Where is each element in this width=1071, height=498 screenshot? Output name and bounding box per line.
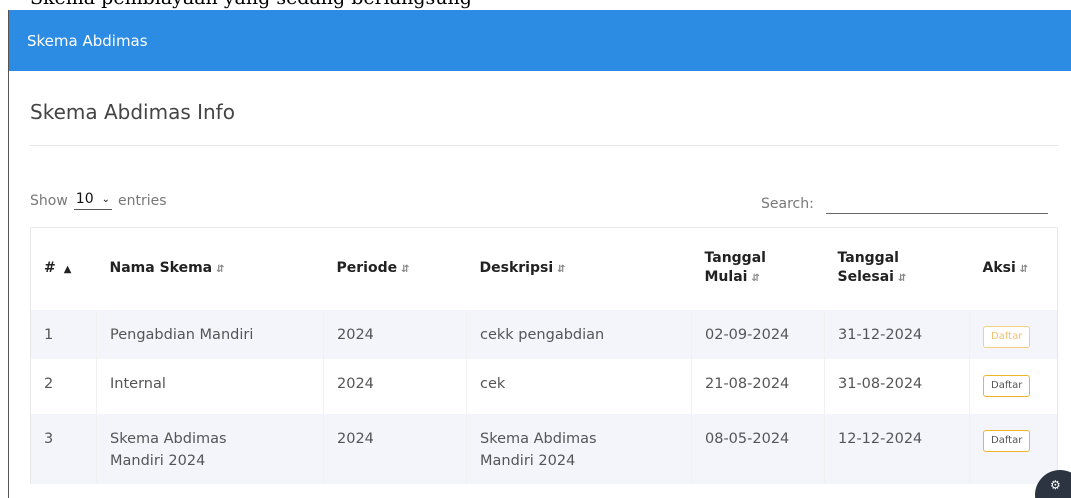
- table-row: 1 Pengabdian Mandiri 2024 cekk pengabdia…: [30, 309, 1058, 359]
- page-top-text: Skema pembiayaan yang sedang berlangsung: [30, 0, 472, 9]
- col-header-nama-skema[interactable]: Nama Skema ⇵: [97, 228, 324, 310]
- sort-asc-icon: ▲: [63, 263, 72, 275]
- cell-aksi: Daftar: [970, 310, 1058, 359]
- cell-tanggal-mulai: 02-09-2024: [691, 309, 825, 359]
- length-suffix: entries: [118, 192, 167, 209]
- table-row: 2 Internal 2024 cek 21-08-2024 31-08-202…: [30, 358, 1058, 414]
- col-header-label: Periode: [336, 259, 398, 276]
- col-header-label: #: [44, 259, 56, 276]
- chevron-down-icon: ⌄: [101, 193, 110, 205]
- cell-text: Mandiri 2024: [480, 452, 576, 469]
- col-header-tanggal-selesai[interactable]: Tanggal Selesai ⇵: [825, 228, 970, 310]
- cell-periode: 2024: [323, 413, 467, 484]
- search-input[interactable]: [825, 194, 1048, 214]
- sort-both-icon: ⇵: [751, 273, 760, 285]
- cell-text: Pengabdian Mandiri: [110, 326, 254, 343]
- cell-tanggal-mulai: 08-05-2024: [691, 413, 825, 484]
- length-prefix: Show: [30, 192, 68, 209]
- cell-no: 1: [30, 309, 97, 359]
- cell-deskripsi: cek: [466, 358, 692, 414]
- col-header-label: Selesai: [837, 269, 894, 286]
- col-header-label: Mulai: [704, 269, 748, 286]
- sort-both-icon: ⇵: [401, 263, 410, 275]
- cell-text: cek: [480, 375, 506, 392]
- col-header-no[interactable]: # ▲: [31, 228, 97, 310]
- divider: [30, 145, 1058, 146]
- col-header-label: Tanggal: [704, 250, 766, 267]
- col-header-label: Nama Skema: [109, 259, 213, 276]
- sort-both-icon: ⇵: [1019, 263, 1029, 275]
- length-value: 10: [75, 191, 94, 207]
- col-header-periode[interactable]: Periode ⇵: [324, 228, 467, 310]
- cell-tanggal-mulai: 21-08-2024: [691, 358, 825, 414]
- section-title: Skema Abdimas Info: [30, 100, 235, 124]
- daftar-button[interactable]: Daftar: [983, 429, 1031, 452]
- search-label: Search:: [761, 196, 814, 212]
- page-top-strip: Skema pembiayaan yang sedang berlangsung: [0, 0, 1071, 9]
- cell-text: Skema Abdimas: [110, 430, 227, 447]
- gear-icon: ⚙: [1050, 478, 1061, 492]
- sort-both-icon: ⇵: [897, 273, 907, 285]
- cell-tanggal-selesai: 31-08-2024: [824, 358, 970, 414]
- daftar-button[interactable]: Daftar: [983, 374, 1031, 397]
- cell-text: Internal: [110, 375, 166, 392]
- cell-periode: 2024: [323, 358, 467, 414]
- cell-text: cekk pengabdian: [480, 326, 605, 343]
- cell-no: 2: [30, 358, 97, 414]
- skema-card: Skema Abdimas Skema Abdimas Info Show 10…: [8, 10, 1071, 498]
- cell-tanggal-selesai: 12-12-2024: [824, 413, 970, 484]
- skema-table: # ▲ Nama Skema ⇵ Periode ⇵ Deskripsi ⇵ Tangg…: [30, 227, 1058, 484]
- cell-deskripsi: Skema Abdimas Mandiri 2024: [466, 413, 692, 484]
- cell-nama-skema: Internal: [96, 358, 324, 414]
- cell-aksi: Daftar: [970, 359, 1058, 414]
- cell-aksi: Daftar: [970, 414, 1058, 484]
- cell-text: Mandiri 2024: [110, 452, 206, 469]
- card-header: Skema Abdimas: [9, 10, 1071, 71]
- col-header-label: Aksi: [982, 259, 1016, 276]
- cell-nama-skema: Skema Abdimas Mandiri 2024: [96, 413, 324, 484]
- col-header-tanggal-mulai[interactable]: Tanggal Mulai ⇵: [692, 228, 825, 310]
- cell-no: 3: [30, 413, 97, 484]
- cell-text: Skema Abdimas: [480, 430, 597, 447]
- sort-both-icon: ⇵: [557, 263, 566, 275]
- cell-deskripsi: cekk pengabdian: [466, 309, 692, 359]
- table-row: 3 Skema Abdimas Mandiri 2024 2024 Skema A…: [30, 413, 1058, 484]
- col-header-deskripsi[interactable]: Deskripsi ⇵: [467, 228, 692, 310]
- search-control: Search:: [761, 194, 1048, 214]
- cell-nama-skema: Pengabdian Mandiri: [96, 309, 324, 359]
- cell-tanggal-selesai: 31-12-2024: [824, 309, 970, 359]
- entries-length-control: Show 10 ⌄ entries: [30, 191, 167, 210]
- daftar-button-disabled: Daftar: [983, 325, 1031, 348]
- col-header-label: Deskripsi: [479, 259, 554, 276]
- table-header-row: # ▲ Nama Skema ⇵ Periode ⇵ Deskripsi ⇵ Tangg…: [30, 227, 1058, 310]
- cell-periode: 2024: [323, 309, 467, 359]
- entries-length-select[interactable]: 10 ⌄: [73, 191, 112, 210]
- card-header-title: Skema Abdimas: [27, 31, 148, 50]
- sort-both-icon: ⇵: [216, 263, 225, 275]
- col-header-aksi[interactable]: Aksi ⇵: [970, 228, 1058, 310]
- col-header-label: Tanggal: [837, 250, 899, 267]
